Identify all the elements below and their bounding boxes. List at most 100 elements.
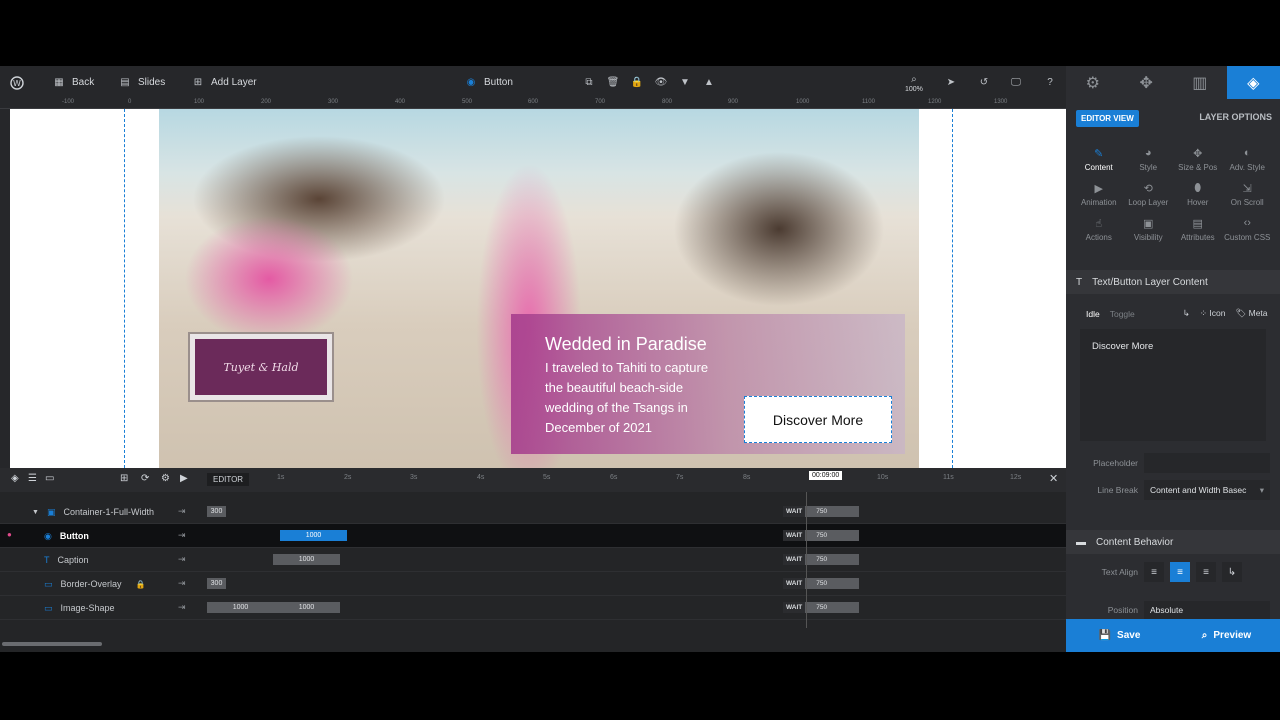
duplicate-icon[interactable]: ⧉ — [582, 76, 596, 90]
save-label: Save — [1117, 630, 1141, 641]
wait-bar[interactable]: WAIT 750 — [783, 578, 860, 589]
wait-bar[interactable]: WAIT 750 — [783, 554, 860, 565]
align-right-icon[interactable]: ≡ — [1196, 562, 1216, 582]
slides-tab-icon[interactable]: ▥ — [1173, 66, 1227, 99]
icon-button[interactable]: ⁘ Icon — [1200, 308, 1226, 319]
current-time-marker[interactable]: 00:09:00 — [809, 471, 843, 480]
pin-icon[interactable]: ⇥ — [178, 554, 186, 565]
file-icon: ▤ — [1192, 217, 1203, 230]
settings-tab-icon[interactable]: ⚙ — [1066, 66, 1120, 99]
time-tick: 3s — [410, 474, 418, 481]
lock-icon[interactable]: 🔒 — [630, 76, 644, 90]
slides-button[interactable]: ▤ Slides — [118, 66, 165, 99]
pin-icon[interactable]: ⇥ — [178, 530, 186, 541]
refresh-icon[interactable]: ⟳ — [141, 473, 149, 484]
pin-icon[interactable]: ⇥ — [178, 578, 186, 589]
option-hover[interactable]: ⬮ Hover — [1173, 182, 1223, 208]
wedding-photo[interactable]: Tuyet & Hald Wedded in Paradise I travel… — [159, 109, 919, 468]
timing-bar[interactable]: 1000 — [280, 530, 347, 541]
editor-view-badge[interactable]: EDITOR VIEW — [1076, 110, 1139, 127]
back-button[interactable]: ▦ Back — [52, 66, 94, 99]
loop-icon: ⟲ — [1143, 182, 1153, 195]
placeholder-input[interactable] — [1144, 453, 1270, 473]
timing-bar[interactable]: 1000 — [207, 602, 274, 613]
undo-icon[interactable]: ↺ — [977, 66, 991, 99]
slide-canvas[interactable]: Tuyet & Hald Wedded in Paradise I travel… — [10, 109, 1066, 468]
option-custom-css[interactable]: ‹› Custom CSS — [1223, 217, 1273, 242]
timeline-scrollbar[interactable] — [2, 642, 102, 646]
play-icon[interactable]: ▶ — [180, 473, 188, 484]
button-layer-icon: ◉ — [44, 530, 52, 541]
grid-icon[interactable]: ⊞ — [120, 473, 128, 484]
folder-icon[interactable]: ▭ — [45, 473, 54, 484]
option-attributes[interactable]: ▤ Attributes — [1173, 217, 1223, 243]
current-layer-selector[interactable]: ◉ Button — [464, 66, 513, 99]
timing-bar[interactable]: 300 — [207, 578, 226, 589]
option-style[interactable]: ◕ Style — [1124, 147, 1174, 172]
align-center-icon[interactable]: ≡ — [1170, 562, 1190, 582]
wait-bar[interactable]: WAIT 750 — [783, 530, 860, 541]
list-icon[interactable]: ☰ — [28, 473, 37, 484]
help-icon[interactable]: ? — [1043, 66, 1057, 99]
option-content[interactable]: ✎ Content — [1074, 147, 1124, 173]
visibility-icon[interactable]: 👁 — [654, 76, 668, 90]
option-visibility[interactable]: ▣ Visibility — [1124, 217, 1174, 243]
wait-label: WAIT — [783, 554, 806, 565]
option-on-scroll[interactable]: ⇲ On Scroll — [1223, 182, 1273, 208]
layers-icon[interactable]: ◈ — [11, 473, 19, 484]
position-select[interactable]: Absolute — [1144, 601, 1270, 619]
lock-icon[interactable]: 🔒 — [136, 580, 146, 589]
wait-bar[interactable]: WAIT 750 — [783, 506, 860, 517]
pointer-icon[interactable]: ➤ — [944, 66, 958, 99]
align-wrap-icon[interactable]: ↳ — [1222, 562, 1242, 582]
timing-bar[interactable]: 1000 — [273, 602, 340, 613]
line-break-icon[interactable]: ↳ — [1183, 308, 1190, 319]
timeline-row-button[interactable]: ● ◉ Button ⇥ 1000 WAIT 750 — [0, 524, 1066, 548]
caret-down-icon[interactable]: ▼ — [32, 509, 39, 516]
timeline-row-caption[interactable]: T Caption ⇥ 1000 WAIT 750 — [0, 548, 1066, 572]
timing-bar[interactable]: 1000 — [273, 554, 340, 565]
chevron-down-icon[interactable]: ▼ — [678, 76, 692, 90]
option-adv-style[interactable]: ◐ Adv. Style — [1223, 147, 1273, 172]
timeline-row-border-overlay[interactable]: ▭ Border-Overlay 🔒 ⇥ 300 WAIT 750 — [0, 572, 1066, 596]
settings-icon[interactable]: ⚙ — [161, 473, 170, 484]
line-break-select[interactable]: Content and Width Basec ▾ — [1144, 480, 1270, 500]
discover-more-button[interactable]: Discover More — [744, 396, 892, 443]
align-left-icon[interactable]: ≡ — [1144, 562, 1164, 582]
position-value: Absolute — [1150, 605, 1184, 615]
section-text-button-content[interactable]: T Text/Button Layer Content — [1066, 270, 1280, 294]
pin-icon[interactable]: ⇥ — [178, 506, 186, 517]
layers-tab-icon[interactable]: ◈ — [1226, 66, 1280, 99]
wait-bar[interactable]: WAIT 750 — [783, 602, 860, 613]
section-content-behavior[interactable]: ▬ Content Behavior — [1066, 530, 1280, 554]
timing-bar[interactable]: 300 — [207, 506, 226, 517]
navigation-tab-icon[interactable]: ✥ — [1120, 66, 1174, 99]
caption-card[interactable]: Wedded in Paradise I traveled to Tahiti … — [511, 314, 905, 454]
end-time: 750 — [816, 532, 828, 539]
text-icon: T — [1076, 276, 1083, 288]
add-layer-button[interactable]: ⊞ Add Layer — [191, 66, 257, 99]
save-button[interactable]: 💾 Save — [1066, 619, 1173, 652]
wordpress-logo-icon[interactable]: W — [10, 66, 24, 99]
idle-tab[interactable]: Idle — [1086, 309, 1100, 319]
toggle-tab[interactable]: Toggle — [1110, 309, 1135, 319]
content-textarea[interactable]: Discover More — [1080, 329, 1266, 441]
timeline-row-container[interactable]: ▼ ▣ Container-1-Full-Width ⇥ 300 WAIT 750 — [0, 500, 1066, 524]
layer-name: ◉ Button — [44, 524, 89, 548]
meta-button[interactable]: 🏷 Meta — [1235, 308, 1267, 319]
timeline-row-image-shape[interactable]: ▭ Image-Shape ⇥ 1000 1000 WAIT 750 — [0, 596, 1066, 620]
preview-button[interactable]: ⌕ Preview — [1173, 619, 1280, 652]
pin-icon[interactable]: ⇥ — [178, 602, 186, 613]
caption-body[interactable]: I traveled to Tahiti to capture the beau… — [545, 358, 723, 438]
chevron-up-icon[interactable]: ▲ — [702, 76, 716, 90]
delete-icon[interactable]: 🗑 — [606, 76, 620, 90]
option-actions[interactable]: ☝ Actions — [1074, 217, 1124, 243]
desktop-view-icon[interactable]: 🖵 — [1009, 66, 1023, 99]
close-icon[interactable]: ✕ — [1049, 472, 1058, 485]
caption-title[interactable]: Wedded in Paradise — [545, 334, 707, 355]
option-size-pos[interactable]: ✥ Size & Pos — [1173, 147, 1223, 173]
option-loop-layer[interactable]: ⟲ Loop Layer — [1124, 182, 1174, 208]
save-icon: 💾 — [1098, 630, 1112, 641]
zoom-control[interactable]: ⌕ 100% — [905, 66, 923, 99]
option-animation[interactable]: ▶ Animation — [1074, 182, 1124, 208]
